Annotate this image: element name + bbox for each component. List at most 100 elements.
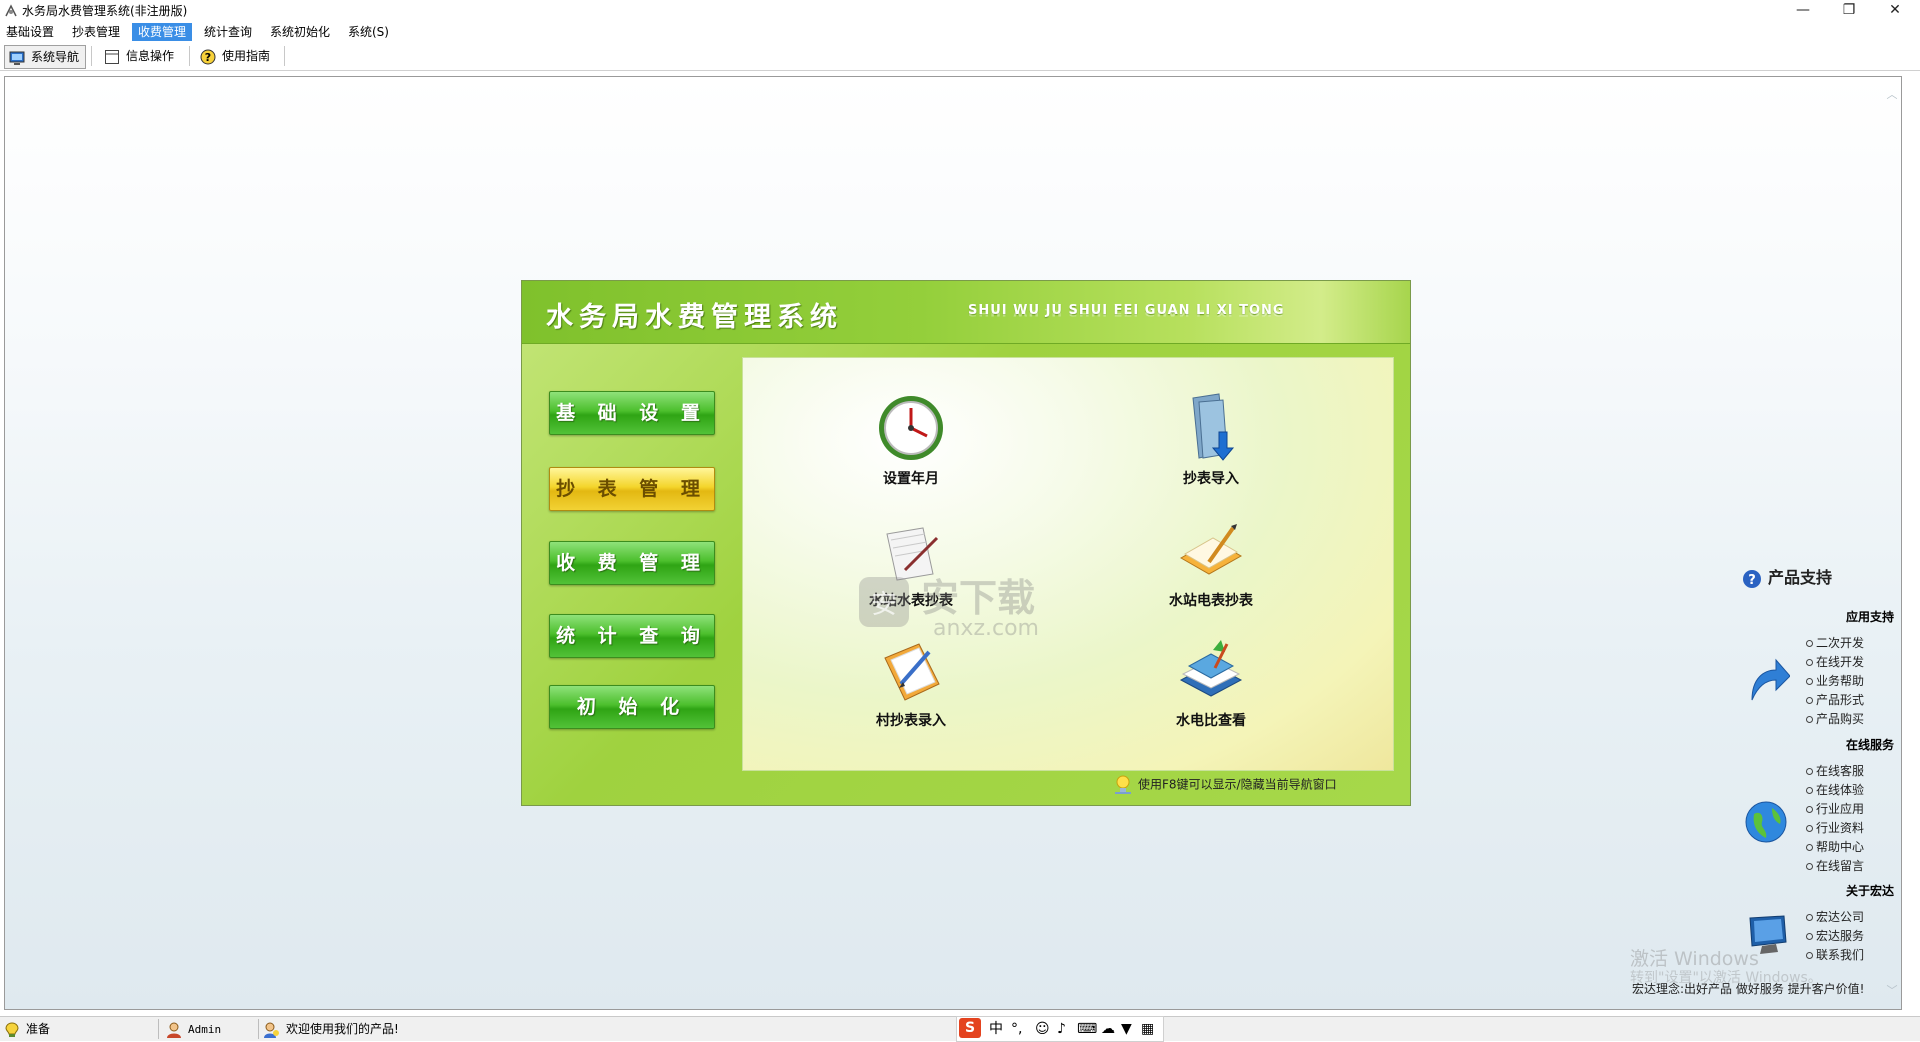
panel-title-reflection: SHUI WU JU SHUI FEI GUAN LI XI TONG <box>968 308 1285 317</box>
set-year-month-item[interactable]: 设置年月 <box>831 392 991 488</box>
support-link[interactable]: 联系我们 <box>1806 946 1864 963</box>
user-center-icon[interactable]: ☁ <box>1101 1019 1115 1039</box>
curved-arrow-icon <box>1751 658 1790 701</box>
clipboard-pencil-icon <box>884 643 940 701</box>
status-ready: 准备 <box>4 1020 50 1038</box>
support-link[interactable]: 在线客服 <box>1806 762 1864 779</box>
keyboard-icon[interactable]: ⌨ <box>1077 1019 1097 1039</box>
support-link[interactable]: 在线体验 <box>1806 781 1864 798</box>
toolbox-icon[interactable]: ▦ <box>1141 1019 1154 1039</box>
menu-system[interactable]: 系统(S) <box>342 23 395 41</box>
skin-icon[interactable]: ▼ <box>1121 1019 1132 1039</box>
nav-statistics-button[interactable]: 统 计 查 询 <box>549 614 715 658</box>
site-watermark-logo: 安 安下载 anxz.com <box>859 576 1039 641</box>
info-operation-label: 信息操作 <box>126 49 175 63</box>
station-electric-meter-label: 水站电表抄表 <box>1169 593 1253 609</box>
f8-hint: 使用F8键可以显示/隐藏当前导航窗口 <box>1112 774 1337 796</box>
ime-language[interactable]: 中 <box>989 1019 1003 1039</box>
panel-header: 水务局水费管理系统 SHUI WU JU SHUI FEI GUAN LI XI… <box>522 281 1410 344</box>
clock-icon <box>879 396 943 460</box>
meter-import-label: 抄表导入 <box>1183 471 1239 487</box>
nav-meter-reading-button[interactable]: 抄 表 管 理 <box>549 467 715 511</box>
menu-bar: 基础设置 抄表管理 收费管理 统计查询 系统初始化 系统(S) <box>0 22 1920 42</box>
support-section-title: 关于宏达 <box>1845 884 1894 898</box>
grid-icon <box>105 49 119 64</box>
support-link[interactable]: 产品形式 <box>1806 691 1864 708</box>
user-guide-label: 使用指南 <box>222 49 271 63</box>
welcome-user-icon <box>264 1022 279 1038</box>
user-guide-button[interactable]: ? 使用指南 <box>200 45 270 67</box>
nav-basic-settings-button[interactable]: 基 础 设 置 <box>549 391 715 435</box>
ime-punctuation[interactable]: °, <box>1011 1019 1022 1039</box>
f8-hint-text: 使用F8键可以显示/隐藏当前导航窗口 <box>1138 777 1337 792</box>
support-link[interactable]: 在线留言 <box>1806 857 1864 874</box>
support-section-title: 在线服务 <box>1845 738 1894 752</box>
village-meter-entry-label: 村抄表录入 <box>876 713 946 729</box>
svg-text:安: 安 <box>871 590 897 620</box>
emoji-icon[interactable]: ☺ <box>1035 1019 1050 1039</box>
support-link[interactable]: 行业资料 <box>1806 819 1864 836</box>
status-welcome: 欢迎使用我们的产品! <box>264 1020 399 1038</box>
status-ready-icon <box>5 1021 19 1037</box>
nav-billing-button[interactable]: 收 费 管 理 <box>549 541 715 585</box>
site-watermark-url: anxz.com <box>933 616 1039 641</box>
microphone-icon[interactable]: ♪ <box>1057 1019 1066 1039</box>
panel-title: 水务局水费管理系统 <box>546 302 843 333</box>
system-nav-label: 系统导航 <box>31 50 80 64</box>
svg-text:?: ? <box>205 51 211 64</box>
menu-billing[interactable]: 收费管理 <box>132 23 193 41</box>
menu-meter-reading[interactable]: 抄表管理 <box>66 23 126 41</box>
books-icon <box>1179 640 1243 697</box>
village-meter-entry-item[interactable]: 村抄表录入 <box>831 638 991 730</box>
station-electric-meter-item[interactable]: 水站电表抄表 <box>1131 518 1291 610</box>
support-link[interactable]: 二次开发 <box>1806 634 1864 651</box>
status-divider <box>258 1019 259 1039</box>
svg-text:?: ? <box>1748 573 1756 588</box>
menu-basic-settings[interactable]: 基础设置 <box>0 23 60 41</box>
help-icon: ? <box>200 49 216 64</box>
water-electric-ratio-label: 水电比查看 <box>1176 713 1246 729</box>
status-user: Admin <box>166 1020 221 1038</box>
status-divider <box>158 1019 159 1039</box>
support-link[interactable]: 在线开发 <box>1806 653 1864 670</box>
nav-initialize-button[interactable]: 初 始 化 <box>549 685 715 729</box>
support-link[interactable]: 宏达公司 <box>1806 908 1864 925</box>
menu-statistics[interactable]: 统计查询 <box>198 23 258 41</box>
menu-system-init[interactable]: 系统初始化 <box>264 23 336 41</box>
site-watermark-name: 安下载 <box>921 576 1035 620</box>
scroll-up-icon[interactable]: ︿ <box>1886 89 1898 101</box>
support-link[interactable]: 宏达服务 <box>1806 927 1864 944</box>
globe-icon <box>1745 801 1787 843</box>
minimize-button[interactable]: — <box>1780 0 1826 22</box>
product-support-title: ? 产品支持 <box>1742 564 1832 589</box>
book-pen-icon <box>1179 524 1243 575</box>
window-title: 水务局水费管理系统(非注册版) <box>22 4 188 18</box>
company-slogan: 宏达理念:出好产品 做好服务 提升客户价值! <box>1632 982 1865 996</box>
system-nav-button[interactable]: 系统导航 <box>4 45 87 69</box>
info-operation-button[interactable]: 信息操作 <box>104 45 174 67</box>
ime-toolbar[interactable]: S 中 °, ☺ ♪ ⌨ ☁ ▼ ▦ <box>956 1016 1164 1042</box>
ime-logo-icon[interactable]: S <box>959 1018 981 1038</box>
question-circle-icon: ? <box>1743 569 1761 588</box>
meter-import-item[interactable]: 抄表导入 <box>1131 392 1291 488</box>
toolbar-separator <box>189 46 190 66</box>
toolbar-separator <box>284 46 285 66</box>
title-bar: 水务局水费管理系统(非注册版) — ❐ ✕ <box>0 0 1920 22</box>
site-watermark: 安 安下载 anxz.com <box>857 567 1073 646</box>
navigation-panel: 水务局水费管理系统 SHUI WU JU SHUI FEI GUAN LI XI… <box>521 280 1411 806</box>
support-section-title: 应用支持 <box>1845 610 1894 624</box>
support-link[interactable]: 产品购买 <box>1806 710 1864 727</box>
lightbulb-icon <box>1115 775 1131 794</box>
workspace: ︿ ﹀ 水务局水费管理系统 SHUI WU JU SHUI FEI GUAN L… <box>4 76 1902 1010</box>
set-year-month-label: 设置年月 <box>883 471 939 487</box>
folder-download-icon <box>1192 393 1235 461</box>
close-button[interactable]: ✕ <box>1872 0 1918 22</box>
product-support-panel: ? 产品支持 应用支持 二次开发 在线开发 业务帮助 产品形式 产品购买 在线服… <box>1742 488 1902 1008</box>
support-link[interactable]: 行业应用 <box>1806 800 1864 817</box>
user-icon <box>167 1022 181 1038</box>
water-electric-ratio-item[interactable]: 水电比查看 <box>1131 638 1291 730</box>
support-link[interactable]: 业务帮助 <box>1806 672 1864 689</box>
maximize-button[interactable]: ❐ <box>1826 0 1872 22</box>
support-link[interactable]: 帮助中心 <box>1806 838 1864 855</box>
toolbar: 系统导航 信息操作 ? 使用指南 <box>0 42 1920 71</box>
